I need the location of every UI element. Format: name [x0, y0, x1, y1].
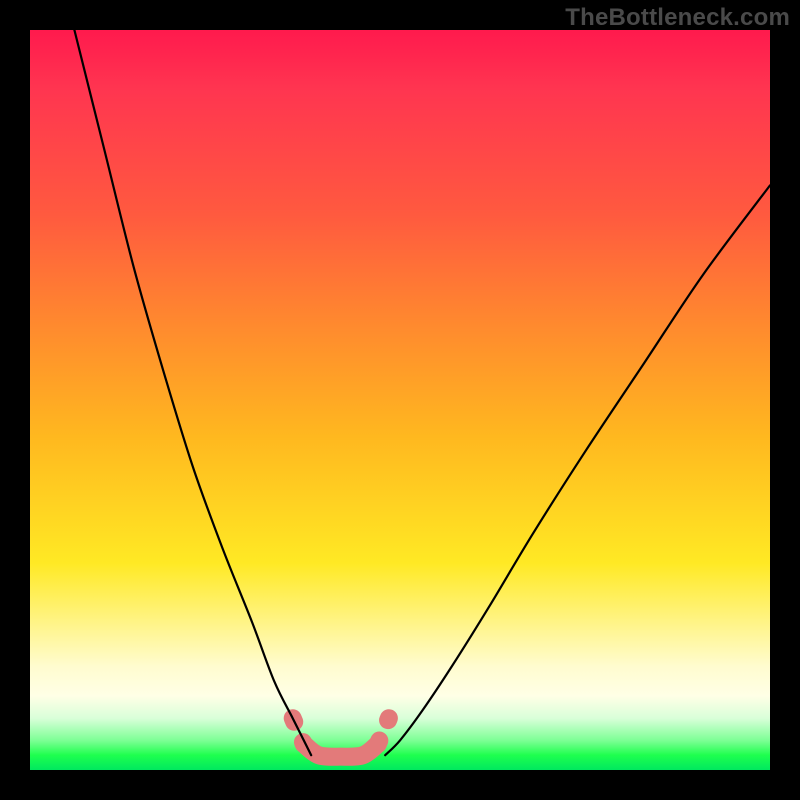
left-curve — [74, 30, 311, 755]
plot-area — [30, 30, 770, 770]
right-curve — [385, 185, 770, 755]
curves-svg — [30, 30, 770, 770]
chart-frame: TheBottleneck.com — [0, 0, 800, 800]
watermark-text: TheBottleneck.com — [10, 4, 790, 32]
trough-highlight — [304, 744, 378, 757]
trough-dash-right — [378, 718, 389, 744]
